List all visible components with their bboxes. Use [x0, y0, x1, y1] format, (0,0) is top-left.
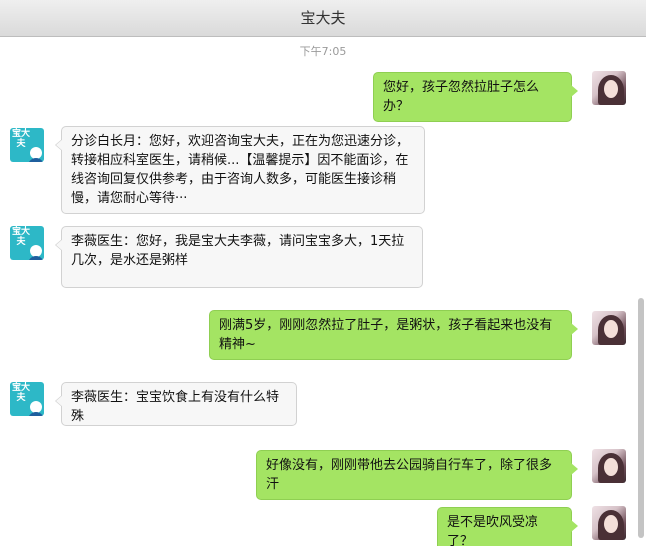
message-bubble-user[interactable]: 好像没有，刚刚带他去公园骑自行车了，除了很多汗 [256, 450, 578, 500]
chat-window: 宝大夫 下午7:05 您好，孩子忽然拉肚子怎么办？ 宝大夫 分诊白长月：您好，欢… [0, 0, 646, 546]
doctor-avatar-logo: 宝大夫 [11, 129, 30, 149]
message-bubble-doctor[interactable]: 李薇医生：您好，我是宝大夫李薇，请问宝宝多大，1天拉几次，是水还是粥样 [55, 226, 423, 288]
avatar-face [604, 515, 618, 533]
message-bubble-user[interactable]: 是不是吹风受凉了？ [437, 507, 578, 546]
window-title: 宝大夫 [0, 0, 646, 37]
avatar-face [604, 458, 618, 476]
message-bubble-user[interactable]: 您好，孩子忽然拉肚子怎么办？ [373, 72, 578, 122]
avatar-face [604, 320, 618, 338]
doctor-avatar[interactable]: 宝大夫 [10, 226, 44, 260]
chat-timestamp: 下午7:05 [299, 45, 347, 58]
message-bubble-user[interactable]: 刚满5岁，刚刚忽然拉了肚子，是粥状，孩子看起来也没有精神~ [209, 310, 578, 360]
doctor-avatar[interactable]: 宝大夫 [10, 382, 44, 416]
doctor-avatar[interactable]: 宝大夫 [10, 128, 44, 162]
user-avatar[interactable] [592, 71, 626, 105]
chat-scrollbar[interactable] [638, 298, 644, 538]
user-avatar[interactable] [592, 506, 626, 540]
message-bubble-doctor[interactable]: 李薇医生：宝宝饮食上有没有什么特殊 [55, 382, 297, 426]
user-avatar[interactable] [592, 449, 626, 483]
doctor-icon-body [28, 158, 44, 162]
avatar-face [604, 80, 618, 98]
doctor-icon-body [28, 256, 44, 260]
doctor-icon-body [28, 412, 44, 416]
user-avatar[interactable] [592, 311, 626, 345]
message-bubble-doctor[interactable]: 分诊白长月：您好，欢迎咨询宝大夫，正在为您迅速分诊，转接相应科室医生，请稍候..… [55, 126, 425, 214]
doctor-avatar-logo: 宝大夫 [11, 383, 30, 403]
doctor-avatar-logo: 宝大夫 [11, 227, 30, 247]
